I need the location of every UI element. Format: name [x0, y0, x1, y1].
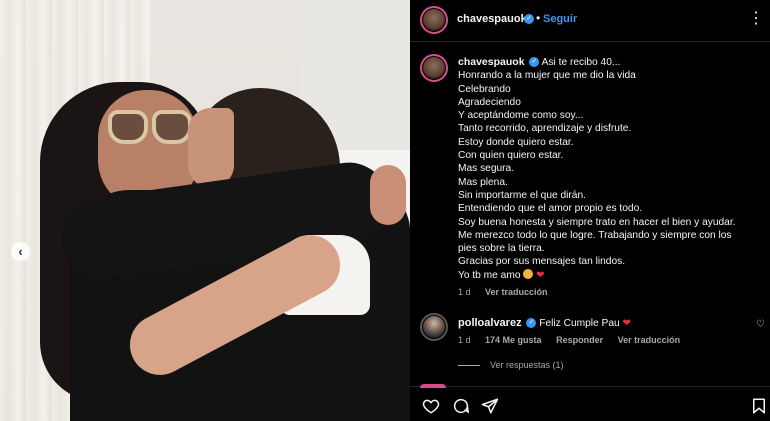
- caption-line: Gracias por sus mensajes tan lindos.: [458, 256, 626, 268]
- caption-line: Me merezco todo lo que logre. Trabajando…: [458, 229, 732, 241]
- action-bar: [410, 388, 770, 421]
- caption-line: Celebrando: [458, 83, 511, 95]
- post-header: chavespauok ✓ • Seguir ⋮: [410, 0, 770, 42]
- caption-line: Yo tb me amo: [458, 269, 521, 281]
- header-separator: •: [536, 11, 541, 25]
- share-icon[interactable]: [481, 397, 499, 415]
- smile-emoji-icon: [523, 268, 534, 279]
- view-replies-label[interactable]: Ver respuestas (1): [490, 360, 564, 370]
- red-heart-icon: ❤: [622, 318, 632, 329]
- post-photo[interactable]: ‹: [0, 0, 410, 421]
- caption-line: Sin importarme el que dirán.: [458, 189, 586, 201]
- actions-divider: [410, 386, 770, 387]
- caption-line: Tanto recorrido, aprendizaje y disfrute.: [458, 123, 632, 135]
- comment-text: polloalvarez ✓ Feliz Cumple Pau ❤: [458, 317, 631, 329]
- commenter-username[interactable]: polloalvarez: [458, 317, 522, 329]
- caption-time: 1 d: [458, 287, 471, 297]
- author-avatar[interactable]: [420, 6, 448, 34]
- verified-icon: ✓: [529, 57, 540, 68]
- caption-line: Honrando a la mujer que me dio la vida: [458, 70, 636, 82]
- comment-likes[interactable]: 174 Me gusta: [485, 335, 542, 345]
- view-replies[interactable]: Ver respuestas (1): [458, 360, 564, 370]
- caption-meta: 1 d Ver traducción: [458, 287, 560, 297]
- caption-line: pies sobre la tierra.: [458, 243, 545, 255]
- like-icon[interactable]: [422, 397, 440, 415]
- more-icon[interactable]: ⋮: [748, 8, 765, 28]
- comment-icon[interactable]: [452, 397, 470, 415]
- caption-text: chavespauok ✓ Asi te recibo 40... Honran…: [458, 56, 758, 282]
- comment-meta: 1 d 174 Me gusta Responder Ver traducció…: [458, 335, 692, 345]
- caption-username[interactable]: chavespauok: [458, 56, 525, 68]
- reply-button[interactable]: Responder: [556, 335, 603, 345]
- caption-translate-link[interactable]: Ver traducción: [485, 287, 548, 297]
- verified-icon: ✓: [526, 318, 537, 329]
- caption-line: Mas plena.: [458, 176, 508, 188]
- carousel-prev-button[interactable]: ‹: [11, 242, 30, 261]
- post-panel: chavespauok ✓ • Seguir ⋮ chavespauok ✓ A…: [410, 0, 770, 421]
- caption-line: Mas segura.: [458, 163, 515, 175]
- caption-line: Entendiendo que el amor propio es todo.: [458, 203, 643, 215]
- caption-line: Agradeciendo: [458, 96, 521, 108]
- caption-avatar[interactable]: [420, 54, 448, 82]
- comment-body: Feliz Cumple Pau: [539, 318, 620, 329]
- red-heart-icon: ❤: [536, 269, 545, 281]
- commenter-avatar[interactable]: [420, 313, 448, 341]
- photo-sunglasses: [108, 110, 194, 144]
- caption-line: Estoy donde quiero estar.: [458, 136, 574, 148]
- photo-hand: [370, 165, 406, 225]
- comment-translate-link[interactable]: Ver traducción: [618, 335, 681, 345]
- follow-button[interactable]: Seguir: [543, 13, 577, 25]
- caption-line: Con quien quiero estar.: [458, 150, 564, 162]
- caption-line: Soy buena honesta y siempre trato en hac…: [458, 216, 736, 228]
- save-icon[interactable]: [750, 397, 768, 415]
- caption-line: Y aceptándome como soy...: [458, 110, 584, 122]
- photo-face-right: [188, 108, 234, 188]
- verified-icon: ✓: [524, 14, 534, 24]
- replies-line: [458, 365, 480, 367]
- comment-time: 1 d: [458, 335, 471, 345]
- caption-line: Asi te recibo 40...: [541, 57, 621, 68]
- comment-like-icon[interactable]: ♡: [756, 319, 765, 330]
- author-username[interactable]: chavespauok: [457, 13, 527, 25]
